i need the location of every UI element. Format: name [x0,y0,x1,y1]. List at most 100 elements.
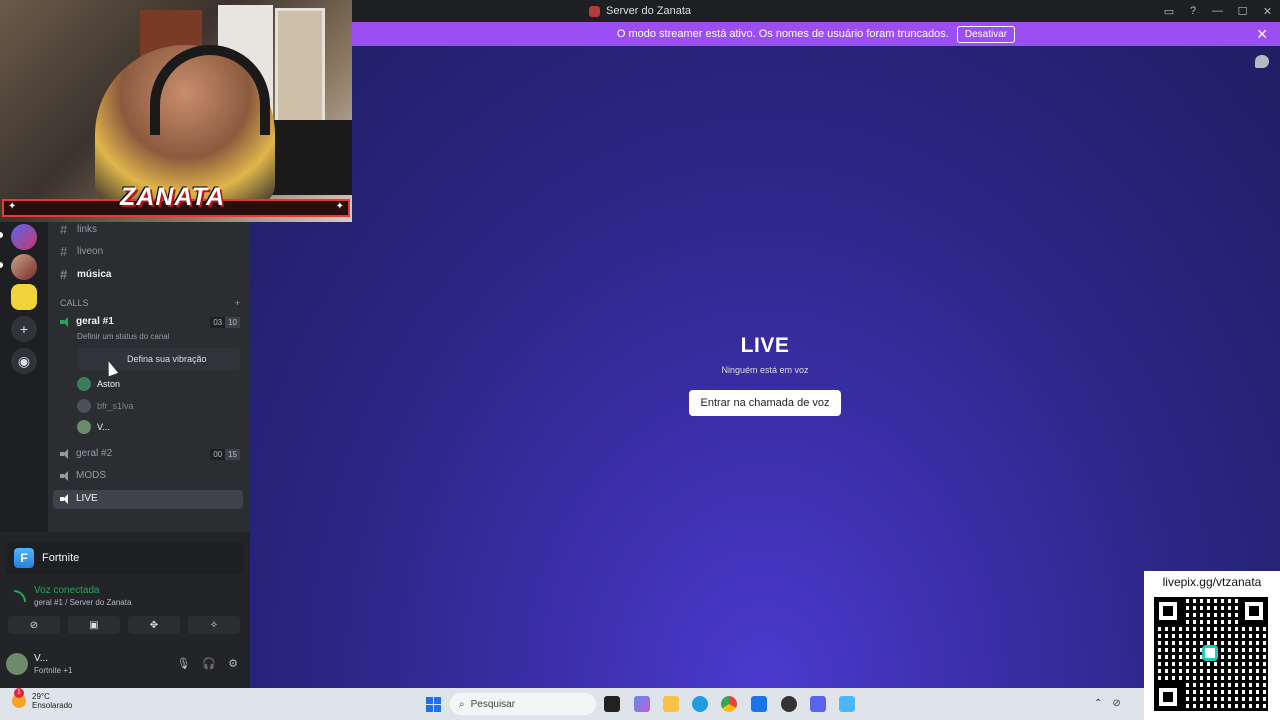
speaker-icon [60,448,70,459]
speaker-icon [60,316,70,327]
window-title: Server do Zanata [589,5,691,17]
star-icon: ✦ [8,201,17,212]
voice-channel-mods[interactable]: MODS [60,470,106,481]
settings-gear-icon[interactable]: ⚙ [228,657,238,670]
voice-panel: F Fortnite Voz conectada geral #1 / Serv… [0,532,250,688]
task-view-icon[interactable] [604,696,620,712]
network-icon[interactable]: ⊘ [1112,698,1120,709]
set-vibe-button[interactable]: Defina sua vibração [77,348,240,370]
search-placeholder: Pesquisar [470,698,516,710]
channel-title: LIVE [740,334,790,357]
temperature: 29°C [32,692,50,701]
voice-member[interactable]: V... [77,420,110,434]
window-title-text: Server do Zanata [606,5,691,17]
voice-channel-stage: LIVE Ninguém está em voz Entrar na chama… [250,46,1280,688]
server-avatar[interactable] [11,284,37,310]
qr-code [1154,597,1268,711]
streamer-mode-banner: O modo streamer está ativo. Os nomes de … [352,22,1280,46]
notification-badge: 1 [14,688,24,698]
banner-text: O modo streamer está ativo. Os nomes de … [616,28,949,40]
livepix-icon [1202,645,1218,661]
channel-list: # links # liveon # música CALLS + geral #1 … [48,222,250,532]
store-icon[interactable] [751,696,767,712]
discord-icon[interactable] [810,696,826,712]
add-server-icon[interactable]: + [11,316,37,342]
obs-icon[interactable] [781,696,797,712]
fortnite-icon: F [14,548,34,568]
file-explorer-icon[interactable] [663,696,679,712]
activities-icon[interactable]: ✥ [128,616,180,634]
server-avatar[interactable] [11,254,37,280]
soundboard-icon[interactable]: ✧ [188,616,240,634]
avatar [77,420,91,434]
channel-musica[interactable]: # música [60,267,111,282]
activity-card[interactable]: F Fortnite [6,542,244,574]
hash-icon: # [60,244,68,259]
close-banner-icon[interactable]: ✕ [1256,26,1268,43]
channel-empty-text: Ninguém está em voz [721,365,809,375]
edge-icon[interactable] [692,696,708,712]
qr-finder [1154,597,1182,625]
voice-connected-status: Voz conectada geral #1 / Server do Zanat… [6,580,244,612]
chat-icon[interactable] [1255,55,1269,68]
streamer-logo: ZANATA [120,183,226,211]
help-icon[interactable]: ? [1181,0,1205,22]
chrome-icon[interactable] [721,696,737,712]
server-avatar[interactable] [11,224,37,250]
voice-member[interactable]: Aston [77,377,120,391]
channel-status-hint[interactable]: Definir um status do canal [77,332,170,341]
deactivate-button[interactable]: Desativar [956,25,1016,43]
voice-location[interactable]: geral #1 / Server do Zanata [34,598,131,607]
taskbar: 1 29°C Ensolarado ⌕ Pesquisar ⌃ ⊘ [0,688,1280,720]
server-icon [589,5,600,17]
hash-icon: # [60,222,68,237]
star-icon: ✦ [335,201,344,212]
webcam-scene [275,8,325,123]
user-limit-badge: 03 10 [210,317,240,328]
voice-channel-geral-2[interactable]: geral #2 [60,448,112,459]
add-channel-icon[interactable]: + [235,298,240,308]
signal-icon[interactable] [14,590,26,602]
donation-qr-overlay: livepix.gg/vtzanata [1144,571,1280,720]
voice-channel-geral-1[interactable]: geral #1 [60,316,114,327]
avatar [77,377,91,391]
minimize-button[interactable]: — [1205,0,1230,22]
user-area: V... Fortnite +1 🎙 🎧 ⚙ [6,650,244,678]
headphones-icon[interactable]: 🎧 [202,657,216,670]
user-activity: Fortnite +1 [34,666,73,675]
taskbar-search[interactable]: ⌕ Pesquisar [450,693,596,715]
channel-links[interactable]: # links [60,222,97,237]
unread-pill [0,262,3,268]
activity-name: Fortnite [42,552,80,564]
copilot-icon[interactable] [634,696,650,712]
maximize-button[interactable]: ☐ [1230,0,1255,22]
channel-liveon[interactable]: # liveon [60,244,103,259]
camera-off-icon[interactable]: ⊘ [8,616,60,634]
microphone-icon[interactable]: 🎙 [176,657,190,670]
webcam-overlay: ✦ ✦ ZANATA [0,0,352,222]
speaker-icon [60,470,70,481]
voice-status-text: Voz conectada [34,585,100,596]
voice-actions: ⊘ ▣ ✥ ✧ [8,616,242,634]
chevron-up-icon[interactable]: ⌃ [1094,698,1102,709]
user-limit-badge: 00 15 [210,449,240,460]
voice-channel-live[interactable]: LIVE [60,493,98,504]
weather-condition: Ensolarado [32,701,73,710]
qr-finder [1154,683,1182,711]
unread-pill [0,232,3,238]
speaker-icon [60,493,70,504]
inbox-icon[interactable]: ▭ [1157,0,1181,22]
discover-icon[interactable]: ◉ [11,348,37,374]
join-voice-button[interactable]: Entrar na chamada de voz [689,390,841,416]
fortnite-taskbar-icon[interactable] [839,696,855,712]
screen-share-icon[interactable]: ▣ [68,616,120,634]
close-window-button[interactable]: ✕ [1255,0,1280,22]
system-tray: ⌃ ⊘ [1094,698,1121,709]
weather-widget[interactable]: 1 29°C Ensolarado [12,688,73,710]
start-button[interactable] [426,697,441,712]
voice-member[interactable]: bfr_s1lva [77,399,134,413]
category-calls[interactable]: CALLS + [60,298,240,308]
search-icon: ⌕ [459,698,465,710]
sun-icon: 1 [12,688,26,708]
user-avatar[interactable] [6,653,28,675]
